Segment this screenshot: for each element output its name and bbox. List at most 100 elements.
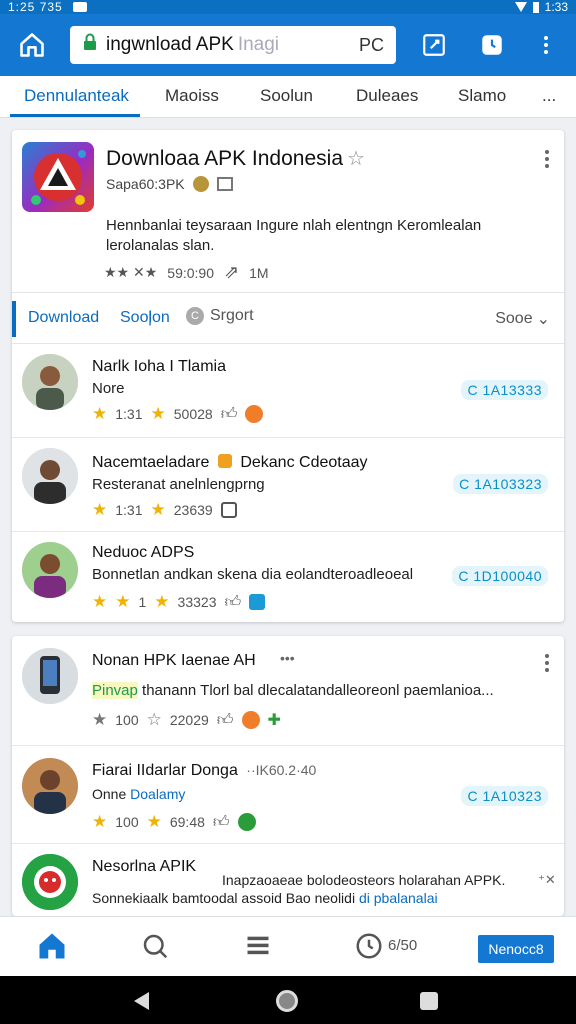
- battery-icon: [532, 1, 539, 13]
- review-row[interactable]: Narlk Ioha I Tlamia Nore ★ 1:31 ★ 50028 …: [12, 344, 564, 438]
- favorite-star-icon[interactable]: ☆: [347, 148, 365, 170]
- post-author-name: Nesorlna APIK: [92, 858, 197, 875]
- post-link[interactable]: Doalamy: [130, 786, 185, 802]
- review-rating: ★ ★ 1 ★ 33323 👍︎: [92, 592, 266, 612]
- wifi-icon: [514, 2, 527, 12]
- sort-dropdown[interactable]: Sooe ⌄: [495, 309, 550, 329]
- review-row[interactable]: Nacemtaeladare Dekanc Cdeotaay Resterana…: [12, 438, 564, 532]
- emoji-icon: [245, 405, 264, 423]
- post-badge: C 1A10323: [461, 786, 548, 806]
- reviewer-name-suffix: Dekanc Cdeotaay: [240, 454, 368, 471]
- url-text: ingwnload APK: [106, 34, 234, 55]
- review-score: 1:31: [115, 502, 143, 518]
- status-bar: 1:25 735 1:33: [0, 0, 576, 14]
- star-icon: ★: [154, 592, 170, 611]
- section-title: Nonan HPK Iaenae AH: [92, 652, 256, 669]
- post-score: 100: [115, 814, 139, 830]
- address-bar[interactable]: ingwnload APK Inagi PC: [70, 26, 396, 64]
- tab-duleaes[interactable]: Duleaes: [356, 86, 418, 106]
- browser-toolbar: ingwnload APK Inagi PC: [0, 14, 576, 76]
- nav-list-icon[interactable]: [244, 931, 272, 966]
- tab-slamo[interactable]: Slamo: [458, 86, 506, 106]
- tab-more[interactable]: ...: [542, 86, 556, 106]
- post-row[interactable]: Fiarai IIdarlar Donga ··IK60.2·40 Onne D…: [12, 746, 564, 844]
- status-icons: 1:33: [514, 0, 568, 14]
- review-badge: C 1D100040: [452, 566, 548, 586]
- tab-icon[interactable]: [470, 23, 514, 67]
- app-title: Downloaa APK Indonesia ☆: [106, 146, 365, 171]
- review-text: Nore: [92, 380, 125, 397]
- nav-count: 6/50: [388, 937, 418, 954]
- url-right-label[interactable]: PC: [359, 35, 384, 56]
- recents-icon[interactable]: [420, 992, 438, 1010]
- nav-history-icon[interactable]: [354, 931, 384, 966]
- tab-maoiss[interactable]: Maoiss: [165, 86, 219, 106]
- report-button[interactable]: C Srgort: [186, 307, 254, 325]
- review-row[interactable]: Neduoc ADPS Bonnetlan andkan skena dia e…: [12, 532, 564, 622]
- app-more-icon[interactable]: [544, 150, 550, 168]
- app-stats: ★★ ✕★ 59:0:90 ⇗ 1M: [104, 262, 269, 283]
- home-icon[interactable]: [10, 23, 54, 67]
- star-icon: ★: [146, 812, 162, 831]
- like-icon[interactable]: 👍︎: [221, 405, 238, 424]
- app-description: Hennbanlai teysaraan Ingure nlah elentng…: [106, 217, 482, 254]
- tab-soolun[interactable]: Soolun: [260, 86, 313, 106]
- review-score: 1:31: [115, 406, 143, 422]
- category-tabs: Dennulanteak Maoiss Soolun Duleaes Slamo…: [0, 76, 576, 118]
- back-icon[interactable]: [134, 992, 149, 1010]
- reviewer-name: Neduoc ADPS: [92, 544, 195, 561]
- sort-label: Sooe: [495, 310, 533, 327]
- badge-icon: [249, 594, 266, 610]
- close-icon[interactable]: ⁺✕: [538, 872, 556, 888]
- like-icon[interactable]: 👍︎: [213, 813, 230, 832]
- filter-soolon[interactable]: Soolon: [120, 309, 170, 327]
- post-text: Onne Doalamy: [92, 786, 185, 802]
- image-icon[interactable]: [220, 502, 237, 518]
- post-body: Sonnekiaalk bamtoodal assoid Bao neolidi: [92, 890, 356, 906]
- reviewer-name: Nacemtaeladare Dekanc Cdeotaay: [92, 454, 368, 472]
- avatar: [22, 542, 78, 598]
- app-size: 1M: [249, 264, 269, 281]
- url-ghost-text: Inagi: [237, 34, 280, 55]
- image-icon: [216, 177, 233, 191]
- status-time: 1:25 735: [8, 0, 63, 14]
- leaf-icon: ✚: [267, 712, 281, 729]
- post-row[interactable]: Nonan HPK Iaenae AH ••• Pinvap thanann T…: [12, 636, 564, 746]
- star-icon: ★: [115, 592, 131, 611]
- post-row[interactable]: Nesorlna APIK Inapzaoaeae bolodeosteors …: [12, 844, 564, 916]
- tab-dennulanteak[interactable]: Dennulanteak: [24, 86, 129, 106]
- review-text: Resteranat anelnlengprng: [92, 476, 265, 493]
- app-card: Downloaa APK Indonesia ☆ Sapa60:3PK Hennb…: [12, 130, 564, 622]
- post-rating: ★ 100 ★ 69:48 👍︎: [92, 812, 256, 832]
- review-text: Bonnetlan andkan skena dia eolandteroadl…: [92, 566, 414, 583]
- more-vert-icon[interactable]: [524, 23, 568, 67]
- home-circle-icon[interactable]: [276, 990, 298, 1012]
- share-icon[interactable]: ⇗: [224, 262, 239, 283]
- star-icon: ★: [150, 500, 166, 519]
- reviewer-name: Narlk Ioha I Tlamia: [92, 358, 226, 375]
- filter-download[interactable]: Download: [28, 309, 99, 327]
- app-rating: ★★ ✕★: [104, 264, 158, 280]
- tag-icon: [217, 454, 232, 468]
- app-meta-text: Sapa60:3PK: [106, 176, 185, 192]
- post-text-prefix: Onne: [92, 786, 127, 802]
- post-snippet: Inapzaoaeae bolodeosteors holarahan APPK…: [222, 872, 506, 888]
- post-count: 69:48: [169, 814, 205, 830]
- app-logo-icon[interactable]: [22, 142, 94, 212]
- like-icon[interactable]: 👍︎: [224, 593, 241, 612]
- review-score: 1: [138, 594, 147, 610]
- post-text: Sonnekiaalk bamtoodal assoid Bao neolidi…: [92, 890, 438, 906]
- section-more-icon[interactable]: [544, 654, 550, 672]
- app-meta: Sapa60:3PK: [106, 176, 233, 192]
- lock-icon: [82, 33, 98, 57]
- nav-action-button[interactable]: Nenocc8: [478, 935, 554, 963]
- star-icon: ★: [150, 404, 166, 423]
- post-link[interactable]: di pbalanalai: [359, 890, 438, 906]
- nav-home-icon[interactable]: [36, 931, 68, 966]
- like-icon[interactable]: 👍︎: [217, 711, 234, 730]
- edit-icon[interactable]: [412, 23, 456, 67]
- section-more-label[interactable]: •••: [280, 650, 295, 666]
- phone-avatar-icon: [22, 648, 78, 704]
- nav-search-icon[interactable]: [140, 931, 170, 966]
- star-outline-icon: ★: [92, 710, 108, 729]
